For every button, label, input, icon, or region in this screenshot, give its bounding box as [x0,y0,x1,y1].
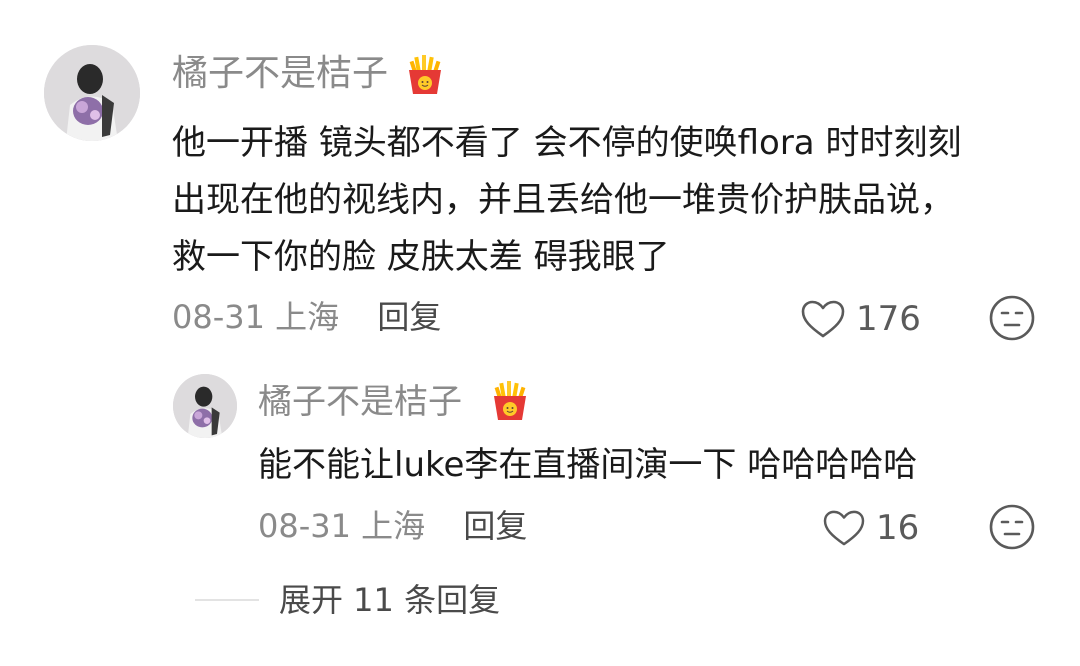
avatar-image [44,45,140,141]
comment-meta: 08-31 上海 回复 [172,297,441,337]
heart-icon [801,300,845,338]
comment-text-line: 出现在他的视线内，并且丢给他一堆贵价护肤品说， [172,180,954,220]
avatar[interactable] [44,45,140,141]
reply-date: 08-31 [258,507,351,545]
emoji-reaction-icon[interactable] [988,503,1036,551]
expand-replies-button[interactable]: 展开 11 条回复 [195,578,500,622]
reply-button[interactable]: 回复 [463,507,527,545]
reply-meta: 08-31 上海 回复 [258,506,527,546]
like-count: 16 [876,508,920,548]
like-count: 176 [856,299,921,339]
comment-location: 上海 [275,298,340,336]
divider [195,599,259,601]
like-button[interactable]: 176 [800,296,921,342]
french-fries-icon [488,378,532,422]
avatar-image [173,374,237,438]
comment-text-line: 救一下你的脸 皮肤太差 碍我眼了 [172,237,670,277]
comment-text: 他一开播 镜头都不看了 会不停的使唤flora 时时刻刻 出现在他的视线内，并且… [172,115,1052,286]
like-button[interactable]: 16 [822,505,919,551]
expand-replies-label: 展开 11 条回复 [279,581,501,619]
reply-username[interactable]: 橘子不是桔子 [258,380,462,424]
french-fries-icon [403,52,447,96]
emoji-reaction-icon[interactable] [988,294,1036,342]
reply-location: 上海 [361,507,426,545]
comment-date: 08-31 [172,298,265,336]
comment-text-line: 他一开播 镜头都不看了 会不停的使唤flora 时时刻刻 [172,123,962,163]
avatar[interactable] [173,374,237,438]
heart-icon [823,510,865,546]
reply-button[interactable]: 回复 [377,298,441,336]
reply-text: 能不能让luke李在直播间演一下 哈哈哈哈哈 [258,445,918,485]
comment-username[interactable]: 橘子不是桔子 [172,52,388,96]
